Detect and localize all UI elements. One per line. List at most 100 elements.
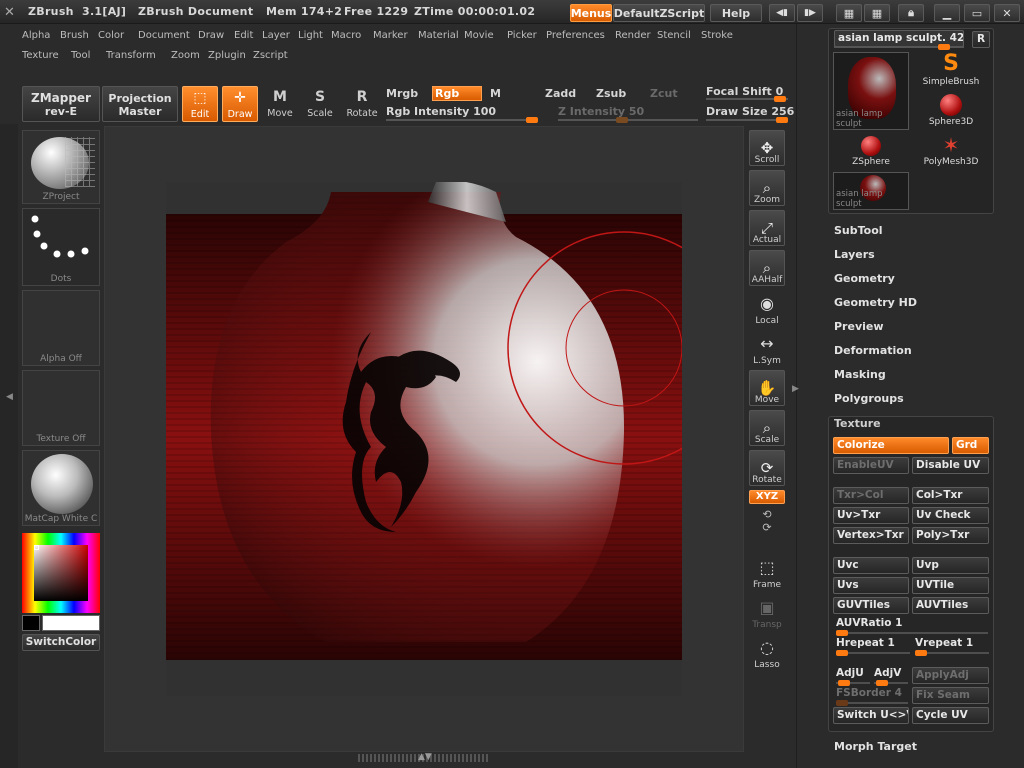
tool-sphere3d[interactable]: Sphere3D [913,92,989,130]
txr-col-button[interactable]: Txr>Col [833,487,909,504]
menu-material[interactable]: Material [418,30,459,41]
colorize-button[interactable]: Colorize [833,437,949,454]
uvp-button[interactable]: Uvp [912,557,989,574]
hrepeat-track[interactable] [836,650,910,656]
menu-document[interactable]: Document [138,30,190,41]
menu-light[interactable]: Light [298,30,323,41]
section-geometry-hd[interactable]: Geometry HD [834,296,917,309]
main-color-swatch[interactable] [42,615,100,631]
grd-button[interactable]: Grd [952,437,989,454]
local-button[interactable]: ◉ Local [748,292,786,326]
move-button[interactable]: ✋ Move [748,370,786,406]
fix-seam-button[interactable]: Fix Seam [912,687,989,704]
zsub-toggle[interactable]: Zsub [596,87,626,100]
current-tool-track[interactable] [834,44,964,50]
edit-button[interactable]: ⬚ Edit [182,86,218,122]
texture-palette-title[interactable]: Texture [834,417,881,430]
maximize-icon[interactable]: ▭ [964,4,990,22]
auvratio-slider[interactable]: AUVRatio 1 [836,617,988,636]
vrepeat-knob[interactable] [915,650,927,656]
section-layers[interactable]: Layers [834,248,875,261]
draw-size-track[interactable] [706,117,788,123]
cycle-uv-button[interactable]: Cycle UV [912,707,989,724]
scroll-button[interactable]: ✥ Scroll [748,130,786,166]
left-tray-arrow-icon[interactable]: ◀ [6,392,13,402]
draw-button[interactable]: ✛ Draw [222,86,258,122]
focal-shift-knob[interactable] [774,96,786,102]
default-zscript-button[interactable]: DefaultZScript [613,4,705,22]
adjv-slider[interactable]: AdjV [874,667,908,686]
z-intensity-slider[interactable]: Z Intensity 50 [558,105,644,118]
actual-button[interactable]: ⤢ Actual [748,210,786,246]
hrepeat-knob[interactable] [836,650,848,656]
scale-button[interactable]: ⌕ Scale [748,410,786,446]
uvs-button[interactable]: Uvs [833,577,909,594]
rgb-intensity-track[interactable] [386,117,538,123]
zproject-slot[interactable]: ZProject [22,130,100,204]
col-txr-button[interactable]: Col>Txr [912,487,989,504]
vrepeat-slider[interactable]: Vrepeat 1 [915,637,989,656]
uv-check-button[interactable]: Uv Check [912,507,989,524]
tool-polymesh3d[interactable]: ✶ PolyMesh3D [913,132,989,170]
secondary-color-swatch[interactable] [22,615,40,631]
menu-marker[interactable]: Marker [373,30,408,41]
zadd-toggle[interactable]: Zadd [545,87,576,100]
menu-zoom[interactable]: Zoom [171,50,200,61]
uvtile-button[interactable]: UVTile [912,577,989,594]
left-tray-edge[interactable] [0,124,18,768]
zcut-toggle[interactable]: Zcut [650,87,678,100]
z-intensity-knob[interactable] [616,117,628,123]
adjv-knob[interactable] [876,680,888,686]
guvtiles-button[interactable]: GUVTiles [833,597,909,614]
lock-icon[interactable]: 🔒︎ [898,4,924,22]
poly-txr-button[interactable]: Poly>Txr [912,527,989,544]
menu-texture[interactable]: Texture [22,50,59,61]
close-icon[interactable]: ✕ [994,4,1020,22]
section-deformation[interactable]: Deformation [834,344,912,357]
menu-draw[interactable]: Draw [198,30,224,41]
section-subtool[interactable]: SubTool [834,224,883,237]
current-tool-knob[interactable] [938,44,950,50]
menu-picker[interactable]: Picker [507,30,537,41]
scale-button[interactable]: S Scale [302,86,338,122]
menu-transform[interactable]: Transform [106,50,156,61]
tool-simplebrush[interactable]: S SimpleBrush [913,52,989,90]
l-sym-button[interactable]: ↔ L.Sym [748,332,786,366]
auvtiles-button[interactable]: AUVTiles [912,597,989,614]
adju-knob[interactable] [838,680,850,686]
canvas-collapse-icon[interactable]: ▲▼ [418,752,432,762]
color-cursor[interactable] [34,545,39,550]
zmapper-button[interactable]: ZMapper rev-E [22,86,100,122]
lasso-button[interactable]: ◌ Lasso [748,636,786,670]
menus-button[interactable]: Menus [570,4,612,22]
switch-uv-button[interactable]: Switch U<>V [833,707,909,724]
section-polygroups[interactable]: Polygroups [834,392,904,405]
saturation-square[interactable] [34,545,88,601]
r-button[interactable]: R [972,31,990,48]
uv-txr-button[interactable]: Uv>Txr [833,507,909,524]
z-intensity-track[interactable] [558,117,698,123]
uvc-button[interactable]: Uvc [833,557,909,574]
move-button[interactable]: M Move [262,86,298,122]
hrepeat-slider[interactable]: Hrepeat 1 [836,637,910,656]
zoom-button[interactable]: ⌕ Zoom [748,170,786,206]
rgb-intensity-slider[interactable]: Rgb Intensity 100 [386,105,496,118]
section-preview[interactable]: Preview [834,320,884,333]
menu-preferences[interactable]: Preferences [546,30,605,41]
rotate-button[interactable]: R Rotate [344,86,380,122]
fsborder-slider[interactable]: FSBorder 4 [836,687,908,706]
rotate-z-icon[interactable]: ⟳ [748,521,786,534]
menu-zplugin[interactable]: Zplugin [208,50,246,61]
transp-button[interactable]: ▣ Transp [748,596,786,630]
adju-slider[interactable]: AdjU [836,667,870,686]
document-canvas[interactable] [166,182,682,696]
disable-uv-button[interactable]: Disable UV [912,457,989,474]
tool-thumb-asian-lamp[interactable]: asian lamp sculpt [833,52,909,130]
menu-brush[interactable]: Brush [60,30,89,41]
rgb-intensity-knob[interactable] [526,117,538,123]
menu-edit[interactable]: Edit [234,30,253,41]
rotate-y-icon[interactable]: ⟲ [748,508,786,521]
xyz-toggle[interactable]: XYZ [749,490,785,504]
fsborder-track[interactable] [836,700,908,706]
color-picker[interactable] [22,533,100,613]
